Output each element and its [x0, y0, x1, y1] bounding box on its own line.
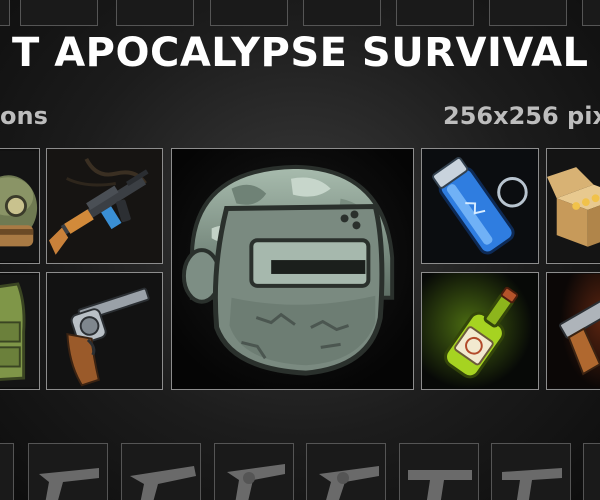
tile-ak-rifle [46, 148, 163, 264]
tile-pistol [546, 272, 600, 390]
strip-slot [583, 443, 600, 500]
tactical-vest-icon [0, 274, 39, 388]
strip-slot [121, 443, 201, 500]
tile-tactical-vest [0, 272, 40, 390]
tile-gasmask-helmet [0, 148, 40, 264]
banner-subtitle-right: 256x256 pixe [443, 102, 600, 130]
tile-bottle [421, 272, 539, 390]
gun-silhouette-icon [502, 468, 562, 500]
pistol-icon [547, 273, 600, 389]
gun-silhouette-icon [227, 464, 285, 500]
revolver-icon [47, 273, 162, 389]
strip-slot [491, 443, 571, 500]
ammo-box-icon [547, 149, 600, 263]
blue-canister-icon [422, 149, 538, 263]
banner-title: T APOCALYPSE SURVIVAL ICONS [12, 30, 600, 76]
gun-silhouette-icon [319, 466, 379, 500]
icon-pack-banner: T APOCALYPSE SURVIVAL ICONS ons 256x256 … [0, 0, 600, 500]
gun-silhouette-icon [39, 468, 99, 500]
assault-rifle-icon [47, 149, 162, 263]
strip-slot [399, 443, 479, 500]
strip-slot [582, 0, 600, 26]
tile-water-canister [421, 148, 539, 264]
gas-mask-helmet-icon [0, 150, 39, 262]
armored-helmet-icon [172, 149, 413, 389]
banner-subtitle-left: ons [0, 102, 48, 130]
strip-slot [20, 0, 98, 26]
molotov-bottle-icon [422, 273, 538, 389]
gun-silhouette-icon [130, 466, 196, 500]
strip-slot [489, 0, 567, 26]
strip-slot [214, 443, 294, 500]
strip-slot [116, 0, 194, 26]
strip-slot [396, 0, 474, 26]
tile-full-face-helmet [171, 148, 414, 390]
gun-silhouette-icon [408, 470, 472, 500]
strip-slot [0, 0, 10, 26]
bottom-icon-strip [0, 433, 600, 500]
tile-ammo-box [546, 148, 600, 264]
strip-slot [28, 443, 108, 500]
strip-slot [303, 0, 381, 26]
tile-revolver [46, 272, 163, 390]
strip-slot [210, 0, 288, 26]
top-icon-strip [0, 0, 600, 27]
strip-slot [306, 443, 386, 500]
strip-slot [0, 443, 14, 500]
